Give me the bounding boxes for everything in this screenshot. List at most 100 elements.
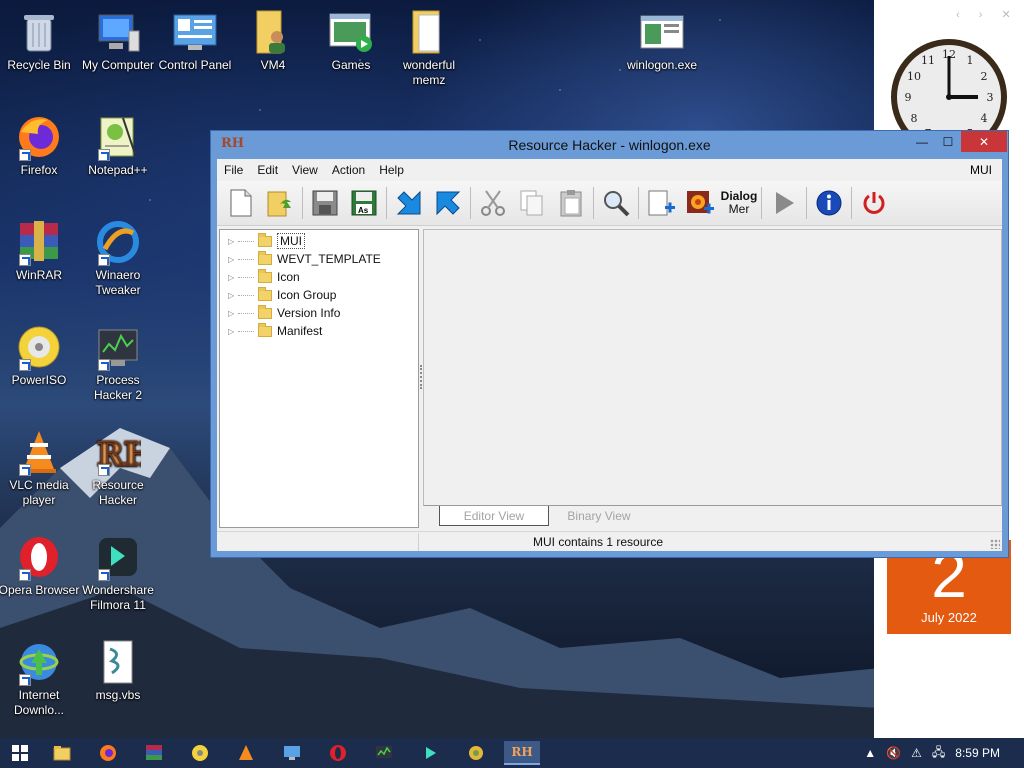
open-folder-icon bbox=[267, 191, 291, 217]
desktop-icon-resource-hacker[interactable]: RH Resource Hacker bbox=[76, 428, 160, 508]
maximize-button[interactable]: ☐ bbox=[935, 131, 961, 152]
save-as-button[interactable]: As bbox=[346, 185, 382, 221]
icon-label: Winaero Tweaker bbox=[95, 268, 141, 297]
open-button[interactable] bbox=[262, 185, 298, 221]
expand-arrow-icon[interactable]: ▷ bbox=[228, 255, 238, 264]
tree-node-icon[interactable]: ▷ Icon bbox=[228, 268, 300, 286]
blue-arrow-down-icon bbox=[396, 190, 421, 215]
recycle-bin-icon bbox=[15, 8, 63, 56]
save-button[interactable] bbox=[307, 185, 343, 221]
taskbar-process-hacker[interactable] bbox=[366, 741, 402, 765]
magnifier-icon bbox=[604, 191, 630, 217]
resize-grip-icon[interactable] bbox=[990, 539, 1000, 549]
desktop-icon-my-computer[interactable]: My Computer bbox=[76, 8, 160, 73]
scissors-icon bbox=[481, 190, 505, 216]
title-bar[interactable]: RH Resource Hacker - winlogon.exe — ☐ ✕ bbox=[211, 131, 1008, 159]
show-hidden-icons-button[interactable]: ▲ bbox=[864, 746, 876, 760]
taskbar-firefox[interactable] bbox=[90, 741, 126, 765]
taskbar-clock[interactable]: 8:59 PM bbox=[955, 746, 1000, 760]
resource-tree[interactable]: ▷ MUI ▷ WEVT_TEMPLATE ▷ Icon ▷ Icon Group ▷ V… bbox=[219, 229, 419, 528]
desktop-icon-notepadpp[interactable]: Notepad++ bbox=[76, 113, 160, 178]
toolbar-separator bbox=[386, 187, 387, 219]
taskbar-vlc[interactable] bbox=[228, 741, 264, 765]
svg-text:3: 3 bbox=[987, 91, 994, 104]
start-button[interactable] bbox=[2, 741, 38, 765]
desktop-icon-firefox[interactable]: Firefox bbox=[0, 113, 81, 178]
taskbar-poweriso[interactable] bbox=[182, 741, 218, 765]
volume-muted-icon[interactable]: 🔇 bbox=[886, 746, 901, 760]
compile-button[interactable] bbox=[391, 185, 427, 221]
menu-view[interactable]: View bbox=[285, 163, 325, 177]
tree-node-manifest[interactable]: ▷ Manifest bbox=[228, 322, 322, 340]
svg-text:1: 1 bbox=[967, 54, 974, 67]
icon-label: Opera Browser bbox=[0, 583, 80, 597]
copy-button[interactable] bbox=[514, 185, 550, 221]
svg-text:8: 8 bbox=[911, 112, 918, 125]
process-hacker-icon bbox=[94, 323, 142, 371]
desktop-icon-games[interactable]: Games bbox=[309, 8, 393, 73]
about-button[interactable] bbox=[811, 185, 847, 221]
desktop-icon-vm4[interactable]: VM4 bbox=[231, 8, 315, 73]
menu-edit[interactable]: Edit bbox=[250, 163, 285, 177]
paste-button[interactable] bbox=[553, 185, 589, 221]
desktop-icon-poweriso[interactable]: PowerISO bbox=[0, 323, 81, 388]
desktop-icon-winrar[interactable]: WinRAR bbox=[0, 218, 81, 283]
tree-node-version-info[interactable]: ▷ Version Info bbox=[228, 304, 340, 322]
tab-binary-view[interactable]: Binary View bbox=[549, 506, 649, 526]
shortcut-arrow-icon bbox=[98, 464, 110, 476]
minimize-button[interactable]: — bbox=[909, 131, 935, 152]
network-icon[interactable]: 🖧 bbox=[932, 743, 945, 764]
taskbar-winrar[interactable] bbox=[136, 741, 172, 765]
desktop-icon-control-panel[interactable]: Control Panel bbox=[153, 8, 237, 73]
desktop-icon-winlogon-exe[interactable]: winlogon.exe bbox=[620, 8, 704, 73]
tree-node-wevt-template[interactable]: ▷ WEVT_TEMPLATE bbox=[228, 250, 381, 268]
desktop-icon-filmora[interactable]: Wondershare Filmora 11 bbox=[76, 533, 160, 613]
desktop-icon-opera[interactable]: Opera Browser bbox=[0, 533, 81, 598]
status-bar: MUI contains 1 resource bbox=[217, 531, 1002, 551]
desktop-icon-msg-vbs[interactable]: msg.vbs bbox=[76, 638, 160, 703]
desktop-icon-idm[interactable]: Internet Downlo... bbox=[0, 638, 81, 718]
import-button[interactable] bbox=[430, 185, 466, 221]
taskbar-resource-hacker[interactable]: RH bbox=[504, 741, 540, 765]
find-button[interactable] bbox=[598, 185, 634, 221]
taskbar-network-app[interactable] bbox=[458, 741, 494, 765]
icon-label: PowerISO bbox=[11, 373, 67, 387]
splitter-grip[interactable] bbox=[420, 365, 422, 389]
add-image-button[interactable] bbox=[682, 185, 718, 221]
menu-help[interactable]: Help bbox=[372, 163, 411, 177]
expand-arrow-icon[interactable]: ▷ bbox=[228, 291, 238, 300]
close-button[interactable]: ✕ bbox=[961, 131, 1007, 152]
network-warning-icon[interactable]: ⚠ bbox=[911, 746, 922, 760]
add-resource-button[interactable] bbox=[643, 185, 679, 221]
tree-node-mui[interactable]: ▷ MUI bbox=[228, 232, 305, 250]
menu-action[interactable]: Action bbox=[325, 163, 372, 177]
tree-line bbox=[238, 330, 254, 332]
taskbar-opera[interactable] bbox=[320, 741, 356, 765]
expand-arrow-icon[interactable]: ▷ bbox=[228, 237, 238, 246]
gadget-controls[interactable]: ‹ › ✕ bbox=[956, 8, 1019, 21]
desktop-icon-wonderful-memz[interactable]: wonderful memz bbox=[387, 8, 471, 88]
desktop-icon-vlc[interactable]: VLC media player bbox=[0, 428, 81, 508]
cut-button[interactable] bbox=[475, 185, 511, 221]
system-tray: ▲ 🔇 ⚠ 🖧 8:59 PM bbox=[864, 738, 1024, 768]
exit-button[interactable] bbox=[856, 185, 892, 221]
tab-editor-view[interactable]: Editor View bbox=[439, 506, 549, 526]
dialog-merge-button[interactable]: Dialog Mer bbox=[721, 185, 758, 221]
shortcut-arrow-icon bbox=[19, 254, 31, 266]
menu-file[interactable]: File bbox=[217, 163, 250, 177]
expand-arrow-icon[interactable]: ▷ bbox=[228, 327, 238, 336]
tree-line bbox=[238, 294, 254, 296]
taskbar-file-explorer[interactable] bbox=[44, 741, 80, 765]
tree-node-icon-group[interactable]: ▷ Icon Group bbox=[228, 286, 336, 304]
new-button[interactable] bbox=[223, 185, 259, 221]
taskbar-filmora[interactable] bbox=[412, 741, 448, 765]
expand-arrow-icon[interactable]: ▷ bbox=[228, 273, 238, 282]
editor-pane[interactable] bbox=[423, 229, 1002, 506]
desktop-icon-winaero-tweaker[interactable]: Winaero Tweaker bbox=[76, 218, 160, 298]
desktop-icon-process-hacker[interactable]: Process Hacker 2 bbox=[76, 323, 160, 403]
tree-node-label: Manifest bbox=[277, 324, 323, 338]
taskbar-control-panel[interactable] bbox=[274, 741, 310, 765]
run-script-button[interactable] bbox=[766, 185, 802, 221]
expand-arrow-icon[interactable]: ▷ bbox=[228, 309, 238, 318]
desktop-icon-recycle-bin[interactable]: Recycle Bin bbox=[0, 8, 81, 73]
